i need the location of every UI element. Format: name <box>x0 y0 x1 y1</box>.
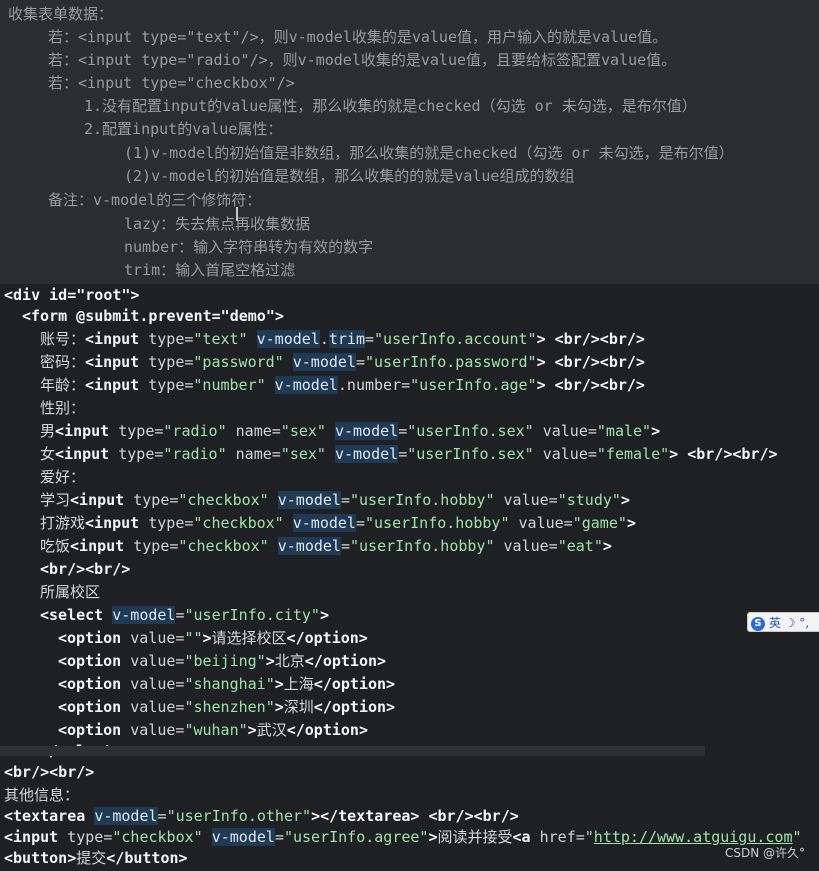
code-line-account: 账号：<input type="text" v-model.trim="user… <box>40 330 645 348</box>
notes-line-9: 备注：v-model的三个修饰符： <box>48 191 262 209</box>
code-line-opt-wuhan: <option value="wuhan">武汉</option> <box>58 721 368 739</box>
code-line-female: 女<input type="radio" name="sex" v-model=… <box>40 445 778 463</box>
code-line-opt-shenzhen: <option value="shenzhen">深圳</option> <box>58 698 396 716</box>
code-editor[interactable]: <div id="root"> <form @submit.prevent="d… <box>0 284 819 871</box>
watermark: CSDN @许久° <box>724 846 805 860</box>
code-form-open: <form @submit.prevent="demo"> <box>22 307 284 325</box>
code-line-male: 男<input type="radio" name="sex" v-model=… <box>40 422 661 440</box>
code-line-textarea: <textarea v-model="userInfo.other"></tex… <box>4 807 519 825</box>
notes-line-7: (1)v-model的初始值是非数组，那么收集的就是checked（勾选 or … <box>124 144 734 162</box>
code-root-open: <div id="root"> <box>4 286 140 304</box>
notes-line-3: 若：<input type="radio"/>，则v-model收集的是valu… <box>48 51 677 69</box>
code-line-opt-beijing: <option value="beijing">北京</option> <box>58 652 387 670</box>
notes-line-11: number：输入字符串转为有效的数字 <box>124 238 374 256</box>
sogou-icon: S <box>751 616 765 631</box>
ime-toolbar[interactable]: S 英 ☽ °, <box>747 612 819 632</box>
code-line-br: <br/><br/> <box>40 560 131 578</box>
code-line-eat: 吃饭<input type="checkbox" v-model="userIn… <box>40 537 612 555</box>
code-line-password: 密码：<input type="password" v-model="userI… <box>40 353 645 371</box>
code-line-opt-shanghai: <option value="shanghai">上海</option> <box>58 675 396 693</box>
notes-line-5: 1.没有配置input的value属性，那么收集的就是checked（勾选 or… <box>84 97 697 115</box>
notes-line-12: trim：输入首尾空格过滤 <box>124 261 296 279</box>
code-line-campus-label: 所属校区 <box>40 583 101 601</box>
moon-icon: ☽ <box>784 616 796 630</box>
notes-line-2: 若：<input type="text"/>，则v-model收集的是value… <box>48 28 668 46</box>
code-line-other-label: 其他信息： <box>4 786 80 804</box>
horizontal-scrollbar[interactable] <box>0 746 705 756</box>
code-line-button: <button>提交</button> <box>4 849 188 867</box>
code-line-game: 打游戏<input type="checkbox" v-model="userI… <box>40 514 636 532</box>
code-line-age: 年龄：<input type="number" v-model.number="… <box>40 376 645 394</box>
notes-line-6: 2.配置input的value属性： <box>84 120 283 138</box>
notes-line-1: 收集表单数据： <box>8 5 114 23</box>
code-line-br2: <br/><br/> <box>4 763 95 781</box>
code-line-opt-empty: <option value="">请选择校区</option> <box>58 629 368 647</box>
code-line-hobby-label: 爱好： <box>40 468 86 486</box>
code-line-select: <select v-model="userInfo.city"> <box>40 606 329 624</box>
notes-line-10: lazy：失去焦点再收集数据 <box>124 215 311 233</box>
code-line-agree: <input type="checkbox" v-model="userInfo… <box>4 828 802 846</box>
punctuation-icon: °, <box>799 616 810 630</box>
notes-line-8: (2)v-model的初始值是数组，那么收集的的就是value组成的数组 <box>124 167 575 185</box>
code-line-study: 学习<input type="checkbox" v-model="userIn… <box>40 491 630 509</box>
ime-mode-label: 英 <box>768 616 781 630</box>
notes-panel: 收集表单数据： 若：<input type="text"/>，则v-model收… <box>0 0 819 284</box>
notes-line-4: 若：<input type="checkbox"/> <box>48 74 295 92</box>
code-line-sex-label: 性别： <box>40 399 86 417</box>
text-cursor <box>236 207 238 221</box>
